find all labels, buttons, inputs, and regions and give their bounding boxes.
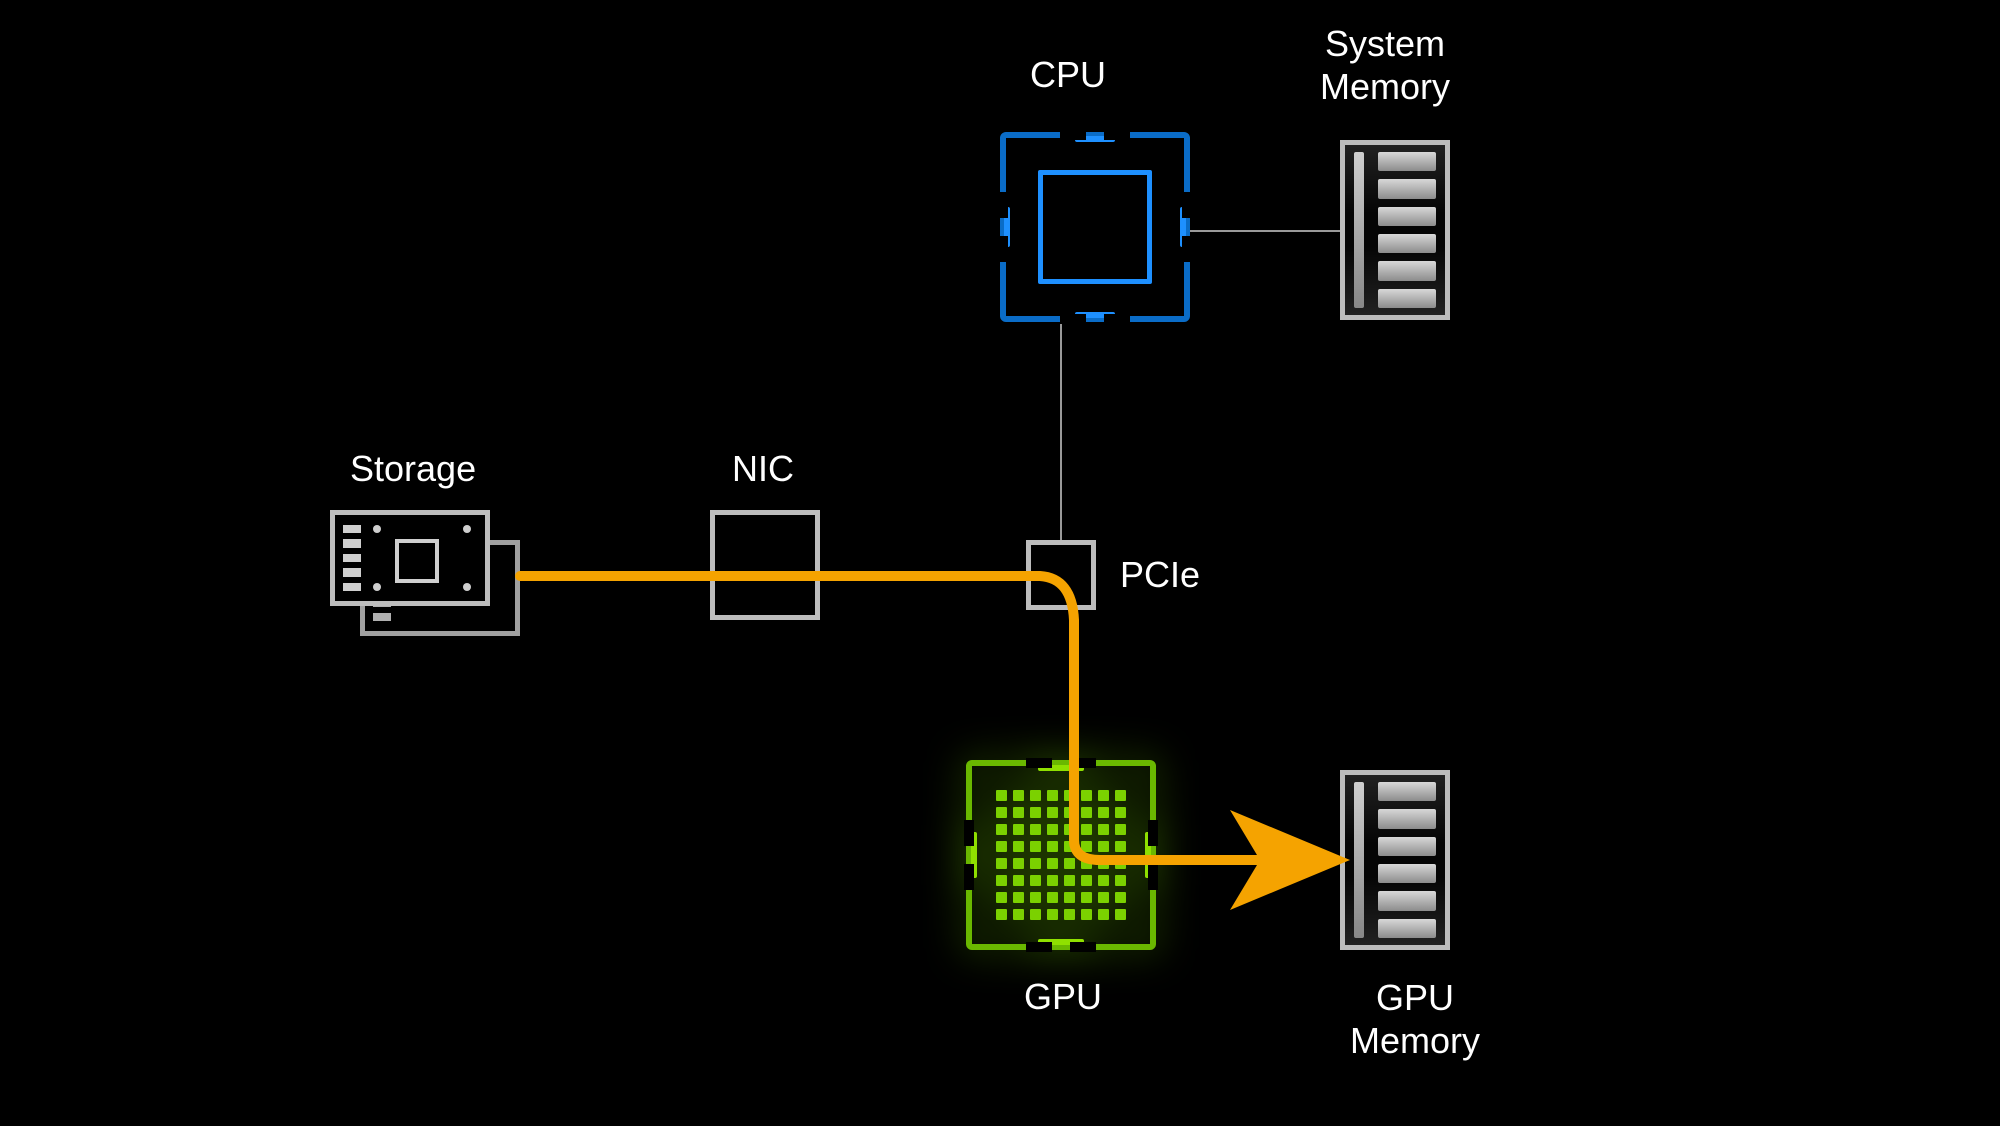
gpu-memory-icon	[1340, 770, 1450, 950]
bus-cpu-to-pcie	[1060, 322, 1062, 542]
nic-label: NIC	[732, 448, 794, 490]
gpu-label: GPU	[1024, 976, 1102, 1018]
system-memory-label: System Memory	[1320, 22, 1450, 108]
cpu-icon	[1000, 132, 1190, 322]
gpu-icon	[966, 760, 1156, 950]
storage-icon	[330, 510, 520, 640]
architecture-diagram: CPU System Memory Storage NIC PCIe	[0, 0, 2000, 1126]
storage-label: Storage	[350, 448, 476, 490]
cpu-label: CPU	[1030, 54, 1106, 96]
system-memory-icon	[1340, 140, 1450, 320]
pcie-label: PCIe	[1120, 554, 1200, 596]
pcie-icon	[1026, 540, 1096, 610]
bus-cpu-to-sysmem	[1190, 230, 1340, 232]
gpu-memory-label: GPU Memory	[1350, 976, 1480, 1062]
nic-icon	[710, 510, 820, 620]
